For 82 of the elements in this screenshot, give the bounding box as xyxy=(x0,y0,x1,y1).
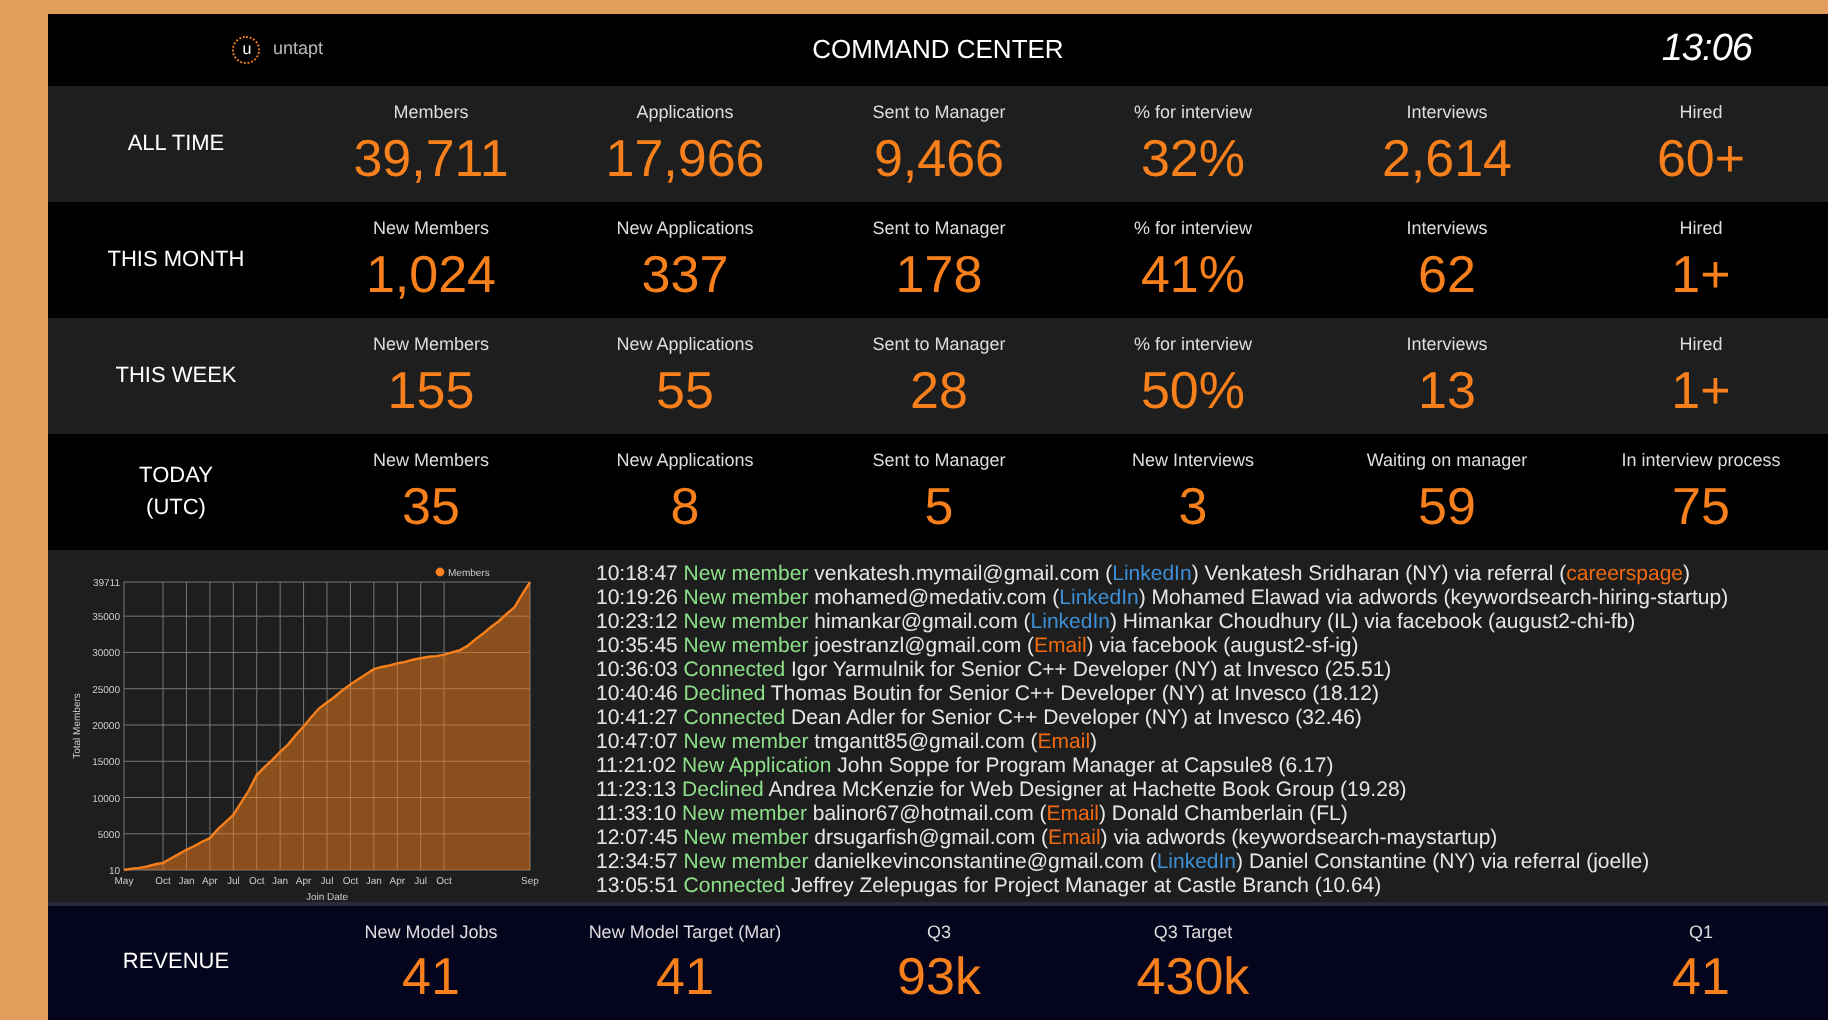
metric-label: New Members xyxy=(372,332,489,359)
log-entry: 10:19:26 New member mohamed@medativ.com (LinkedIn) Mohamed Elawad via adwords (keywordsearch-hiring-startup) xyxy=(596,586,1729,610)
metric-label: New Applications xyxy=(616,448,754,475)
row-label: THIS MONTH xyxy=(107,245,245,276)
metric-label: Waiting on manager xyxy=(1366,448,1528,475)
metric-label: % for interview xyxy=(1133,332,1253,359)
metric-value: 50% xyxy=(1140,359,1246,420)
log-entry: 12:07:45 New member drsugarfish@gmail.com (Email) via adwords (keywordsearch-maystartup) xyxy=(596,826,1500,850)
logo-text: untapt xyxy=(272,36,324,63)
log-entry: 10:36:03 Connected Igor Yarmulnik for Senior C++ Developer (NY) at Invesco (25.51) xyxy=(596,658,1394,682)
metric-value: 62 xyxy=(1418,243,1476,304)
row-label: ALL TIME xyxy=(127,129,225,160)
metric-label: Sent to Manager xyxy=(872,216,1006,243)
metric-label: In interview process xyxy=(1621,448,1781,475)
log-entry: 10:18:47 New member venkatesh.mymail@gmail.com (LinkedIn) Venkatesh Sridharan (NY) via referral (careerspage) xyxy=(596,562,1693,586)
metric-label: New Members xyxy=(372,216,489,243)
metric-value: 41 xyxy=(656,946,714,1007)
metric-label: New Model Jobs xyxy=(364,919,498,946)
metric-label: Hired xyxy=(1679,216,1723,243)
metric-value: 41 xyxy=(402,946,460,1007)
log-entry: 10:41:27 Connected Dean Adler for Senior C++ Developer (NY) at Invesco (32.46) xyxy=(596,706,1364,730)
metric-value: 1+ xyxy=(1671,359,1731,420)
row-label: TODAY xyxy=(139,461,213,491)
metric-label: Interviews xyxy=(1406,100,1488,127)
metric-label: % for interview xyxy=(1133,100,1253,127)
metric-label: Hired xyxy=(1679,332,1723,359)
metric-value: 9,466 xyxy=(873,127,1005,188)
metric-label: Sent to Manager xyxy=(872,100,1006,127)
metric-value: 59 xyxy=(1418,475,1476,536)
metric-value: 178 xyxy=(895,243,983,304)
log-entry: 10:35:45 New member joestranzl@gmail.com (Email) via facebook (august2-sf-ig) xyxy=(596,634,1361,658)
metric-label: Members xyxy=(393,100,469,127)
metric-value: 75 xyxy=(1672,475,1730,536)
metric-label: Q3 xyxy=(926,919,951,946)
metric-label: Interviews xyxy=(1406,332,1488,359)
clock: 13:06 xyxy=(1661,25,1752,74)
metric-value: 13 xyxy=(1418,359,1476,420)
metric-value: 35 xyxy=(402,475,460,536)
row-label: THIS WEEK xyxy=(115,361,237,392)
row-label: REVENUE xyxy=(122,948,230,979)
metric-value: 155 xyxy=(387,359,475,420)
metric-label: Q1 xyxy=(1688,919,1713,946)
metric-label: Hired xyxy=(1679,100,1723,127)
metric-label: New Applications xyxy=(616,332,754,359)
log-entry: 10:47:07 New member tmgantt85@gmail.com (Email) xyxy=(596,730,1100,754)
log-entry: 11:21:02 New Application John Soppe for Program Manager at Capsule8 (6.17) xyxy=(596,754,1336,778)
metric-label: New Members xyxy=(372,448,489,475)
metric-value: 1,024 xyxy=(365,243,497,304)
metric-label: Q3 Target xyxy=(1153,919,1233,946)
log-entry: 10:40:46 Declined Thomas Boutin for Senior C++ Developer (NY) at Invesco (18.12) xyxy=(596,682,1381,706)
log-entry: 12:34:57 New member danielkevinconstantine@gmail.com (LinkedIn) Daniel Constantine (NY) via referral (joelle) xyxy=(596,850,1652,874)
logo-icon: u xyxy=(232,36,261,64)
metric-label: Applications xyxy=(636,100,734,127)
metric-label: New Interviews xyxy=(1131,448,1255,475)
log-entry: 13:05:51 Connected Jeffrey Zelepugas for Project Manager at Castle Branch (10.64) xyxy=(596,874,1384,898)
metric-value: 3 xyxy=(1178,475,1208,536)
metric-value: 55 xyxy=(656,359,714,420)
metric-label: % for interview xyxy=(1133,216,1253,243)
log-entry: 10:23:12 New member himankar@gmail.com (LinkedIn) Himankar Choudhury (IL) via facebook (august2-chi-fb) xyxy=(596,610,1638,634)
metric-value: 8 xyxy=(670,475,700,536)
log-entry: 11:33:10 New member balinor67@hotmail.com (Email) Donald Chamberlain (FL) xyxy=(596,802,1350,826)
metric-value: 93k xyxy=(897,946,981,1007)
metric-value: 17,966 xyxy=(605,127,765,188)
metric-value: 2,614 xyxy=(1381,127,1513,188)
metric-value: 28 xyxy=(910,359,968,420)
window-title: COMMAND CENTER xyxy=(812,32,1064,69)
metric-label: Sent to Manager xyxy=(872,332,1006,359)
metric-value: 32% xyxy=(1140,127,1246,188)
metric-value: 39,711 xyxy=(353,127,509,188)
row-sublabel: (UTC) xyxy=(146,494,206,524)
metric-value: 5 xyxy=(924,475,954,536)
metric-value: 337 xyxy=(641,243,729,304)
metric-value: 41% xyxy=(1140,243,1246,304)
metric-label: New Applications xyxy=(616,216,754,243)
metric-value: 60+ xyxy=(1656,127,1746,188)
metric-label: Sent to Manager xyxy=(872,448,1006,475)
metric-value: 430k xyxy=(1136,946,1250,1007)
log-entry: 11:23:13 Declined Andrea McKenzie for Web Designer at Hachette Book Group (19.28) xyxy=(596,778,1409,802)
metric-value: 1+ xyxy=(1671,243,1731,304)
metric-value: 41 xyxy=(1672,946,1730,1007)
metric-label: Interviews xyxy=(1406,216,1488,243)
metric-label: New Model Target (Mar) xyxy=(588,919,782,946)
